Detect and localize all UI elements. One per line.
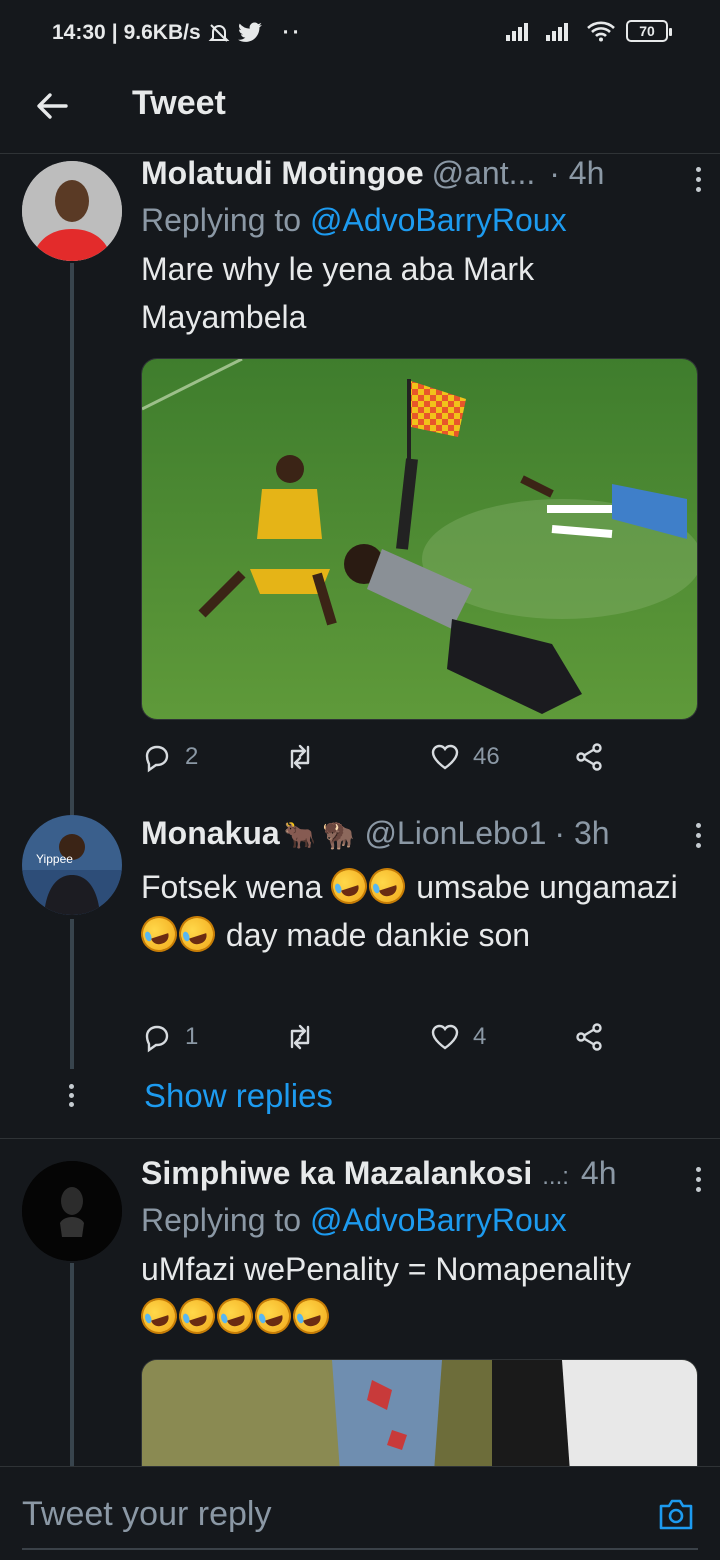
handle[interactable]: @ant... <box>432 155 536 192</box>
ox-emoji-icon: 🐂 <box>283 820 317 850</box>
more-options-icon[interactable] <box>694 1167 702 1192</box>
retweet-button[interactable] <box>284 1021 328 1053</box>
more-options-icon[interactable] <box>694 167 702 192</box>
rofl-emoji-icon <box>326 863 372 909</box>
reply-tweet[interactable]: Yippee Monakua 🐂 🦬 @LionLebo1 · 3h Fotse… <box>0 815 720 1137</box>
thread-line <box>70 1263 74 1466</box>
avatar[interactable] <box>22 161 122 261</box>
status-bar: 14:30 | 9.6KB/s ·· 70 <box>0 0 720 66</box>
thread-line <box>70 919 74 1069</box>
reply-composer: Tweet your reply <box>0 1466 720 1560</box>
more-replies-dots-icon <box>67 1084 75 1107</box>
rofl-emoji-icon <box>364 863 410 909</box>
divider <box>0 1138 720 1139</box>
bison-emoji-icon: 🦬 <box>322 820 355 850</box>
rofl-emoji-icon <box>288 1293 334 1339</box>
timestamp[interactable]: · 4h <box>549 155 604 192</box>
share-icon <box>576 743 602 771</box>
tweet-header: Simphiwe ka Mazalankosi ...: 4h <box>141 1155 701 1199</box>
top-app-bar: Tweet <box>0 66 720 154</box>
share-icon <box>576 1023 602 1051</box>
page-title: Tweet <box>132 84 226 122</box>
like-count: 46 <box>473 743 500 770</box>
reply-button[interactable]: 1 <box>141 1021 198 1053</box>
reply-icon <box>145 1025 169 1053</box>
heart-icon <box>431 1024 459 1050</box>
tweet-text: Fotsek wena umsabe ungamazi day made dan… <box>136 863 686 959</box>
mention-link[interactable]: @AdvoBarryRoux <box>310 1202 567 1238</box>
display-name[interactable]: Molatudi Motingoe <box>141 155 424 192</box>
rofl-emoji-icon <box>174 1293 220 1339</box>
reply-count: 2 <box>185 743 199 770</box>
avatar[interactable] <box>22 1161 122 1261</box>
tweet-header: Monakua 🐂 🦬 @LionLebo1 · 3h <box>141 815 701 859</box>
camera-icon[interactable] <box>658 1497 694 1531</box>
rofl-emoji-icon <box>136 1293 182 1339</box>
rofl-emoji-icon <box>212 1293 258 1339</box>
avatar[interactable]: Yippee <box>22 815 122 915</box>
timestamp[interactable]: · 3h <box>554 815 609 852</box>
reply-count: 1 <box>185 1023 199 1050</box>
reply-tweet[interactable]: Molatudi Motingoe @ant... · 4h Replying … <box>0 155 720 823</box>
mention-link[interactable]: @AdvoBarryRoux <box>310 202 567 238</box>
display-name[interactable]: Simphiwe ka Mazalankosi <box>141 1155 532 1192</box>
tweet-text: uMfazi wePenality = Nomapenality <box>136 1245 701 1341</box>
display-name[interactable]: Monakua <box>141 815 280 852</box>
share-button[interactable] <box>573 741 605 773</box>
status-time: 14:30 <box>52 21 106 44</box>
like-button[interactable]: 4 <box>429 1021 486 1053</box>
tweet-actions: 2 46 <box>141 737 621 777</box>
replying-to: Replying to @AdvoBarryRoux <box>141 202 567 238</box>
arrow-left-icon[interactable] <box>32 86 72 126</box>
reply-button[interactable]: 2 <box>141 741 198 773</box>
retweet-button[interactable] <box>284 741 328 773</box>
battery-indicator: 70 <box>626 20 672 42</box>
network-speed: 9.6KB/s <box>123 21 201 44</box>
share-button[interactable] <box>573 1021 605 1053</box>
heart-icon <box>431 744 459 770</box>
rofl-emoji-icon <box>250 1293 296 1339</box>
tweet-header: Molatudi Motingoe @ant... · 4h <box>141 155 701 199</box>
more-notifications-icon: ·· <box>282 21 303 44</box>
like-button[interactable]: 46 <box>429 741 500 773</box>
signal-2-icon <box>546 23 568 41</box>
rofl-emoji-icon <box>136 911 182 957</box>
replying-to: Replying to @AdvoBarryRoux <box>141 1202 567 1238</box>
handle[interactable]: ...: <box>542 1163 569 1191</box>
timestamp[interactable]: 4h <box>581 1155 617 1192</box>
tweet-actions: 1 4 <box>141 1017 621 1057</box>
tweet-text: Mare why le yena aba Mark Mayambela <box>141 251 535 335</box>
reply-tweet[interactable]: Simphiwe ka Mazalankosi ...: 4h Replying… <box>0 1155 720 1499</box>
retweet-icon <box>290 1024 310 1050</box>
like-count: 4 <box>473 1023 487 1050</box>
rofl-emoji-icon <box>174 911 220 957</box>
signal-icon <box>506 23 528 41</box>
more-options-icon[interactable] <box>694 823 702 848</box>
svg-text:Yippee: Yippee <box>36 852 73 866</box>
reply-icon <box>145 745 169 773</box>
show-replies-link[interactable]: Show replies <box>144 1077 333 1115</box>
twitter-bird-icon <box>237 22 262 42</box>
mute-bell-icon <box>208 24 230 42</box>
thread-line <box>70 263 74 823</box>
tweet-image[interactable] <box>141 358 698 720</box>
retweet-icon <box>290 744 310 770</box>
handle[interactable]: @LionLebo1 <box>364 815 546 852</box>
wifi-icon <box>587 21 615 42</box>
reply-input[interactable]: Tweet your reply <box>22 1495 271 1534</box>
